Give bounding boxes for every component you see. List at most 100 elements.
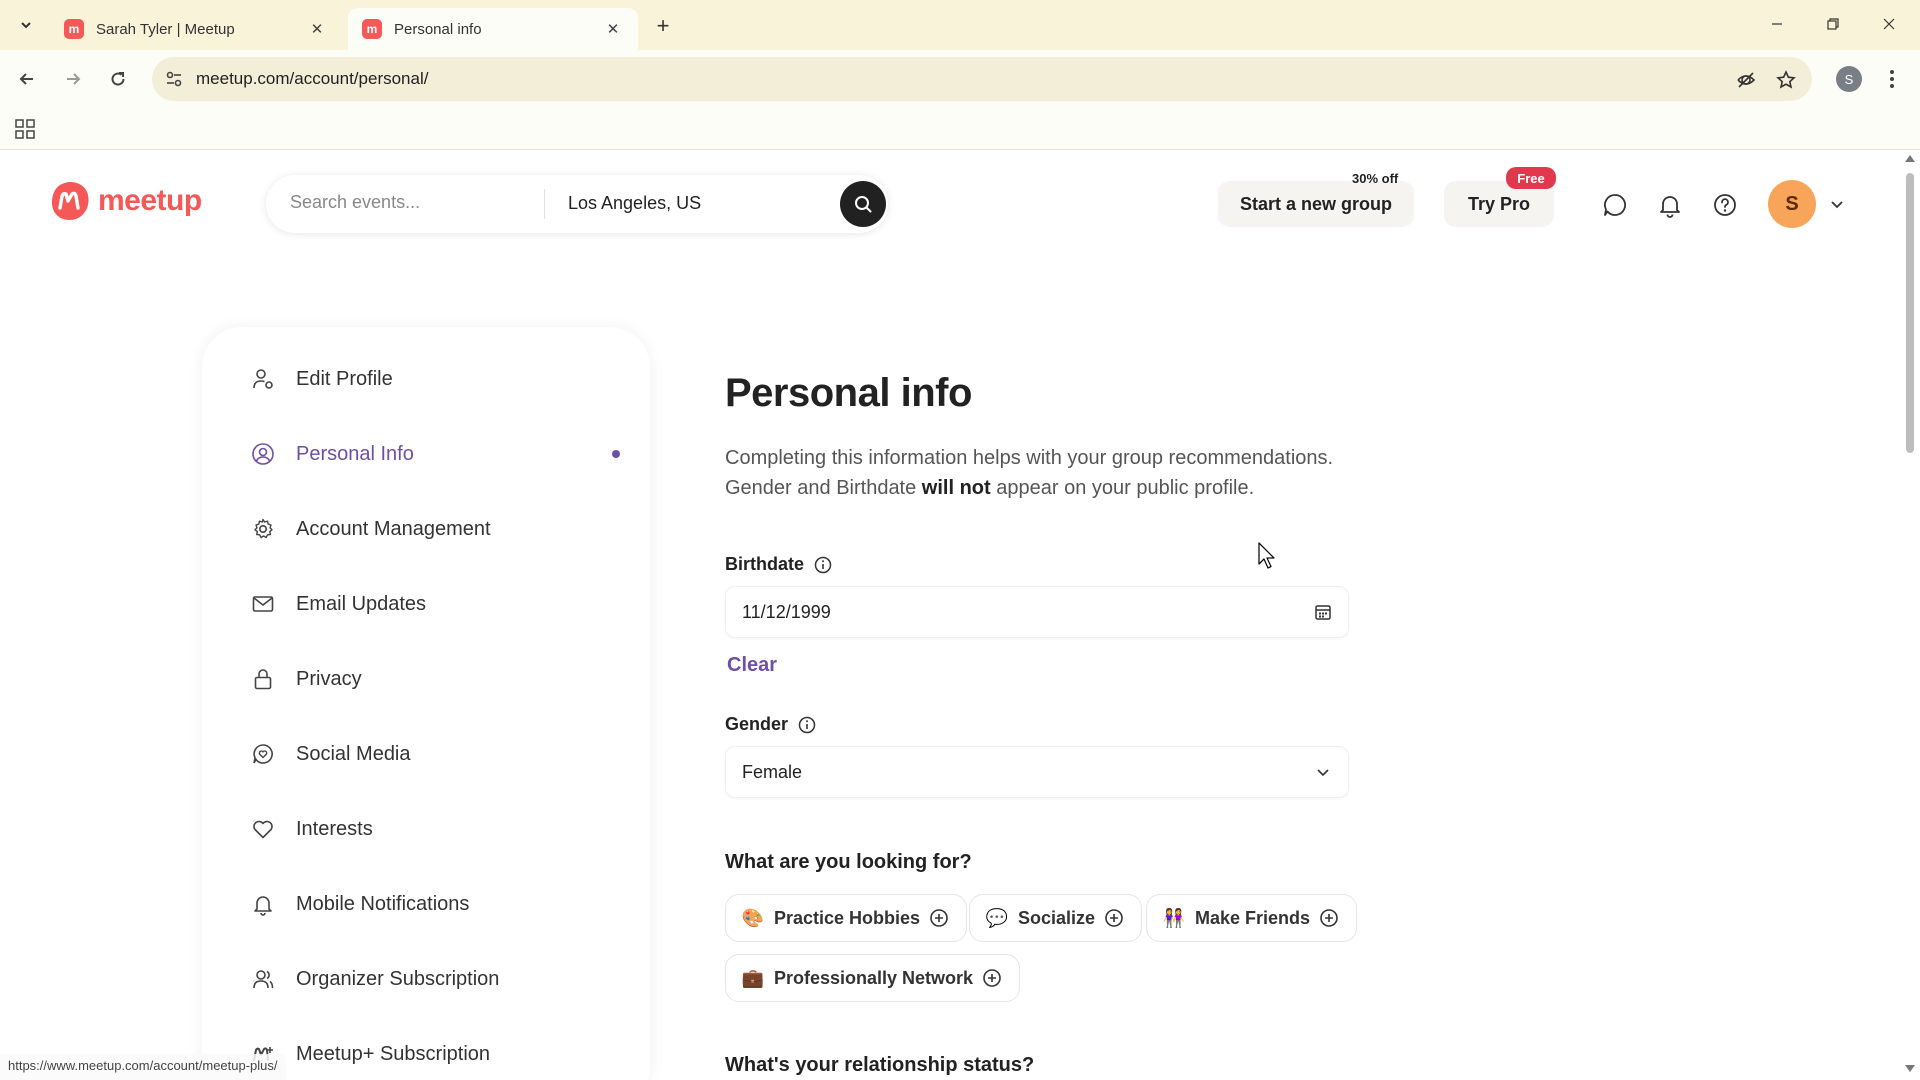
address-bar[interactable]: meetup.com/account/personal/ — [152, 57, 1812, 101]
discount-badge: 30% off — [1352, 171, 1399, 186]
info-icon[interactable] — [798, 716, 816, 734]
close-window-button[interactable] — [1866, 8, 1912, 40]
mail-icon — [250, 591, 276, 617]
sidebar-item-email-updates[interactable]: Email Updates — [250, 586, 620, 622]
chevron-down-icon[interactable] — [1312, 761, 1334, 783]
birthdate-value[interactable]: 11/12/1999 — [742, 602, 831, 623]
tab-personal-info[interactable]: m Personal info ✕ — [348, 8, 638, 50]
chip-make-friends[interactable]: 👭 Make Friends — [1146, 894, 1358, 942]
sidebar-item-label: Email Updates — [296, 592, 427, 615]
clear-birthdate-button[interactable]: Clear — [727, 654, 777, 677]
user-circle-icon — [250, 441, 276, 467]
bell-icon — [1660, 196, 1680, 218]
birthdate-field[interactable]: 11/12/1999 — [725, 586, 1349, 638]
user-edit-icon — [250, 366, 276, 392]
page-scrollbar[interactable] — [1900, 151, 1920, 1080]
tab-sarah-tyler[interactable]: m Sarah Tyler | Meetup ✕ — [50, 8, 342, 50]
tab-search-button[interactable] — [12, 11, 40, 39]
sidebar-item-label: Edit Profile — [296, 367, 393, 390]
free-badge: Free — [1506, 167, 1556, 189]
sidebar-item-interests[interactable]: Interests — [250, 811, 620, 847]
site-settings-icon[interactable] — [164, 69, 184, 89]
gender-select[interactable]: Female — [725, 746, 1349, 798]
sidebar-item-edit-profile[interactable]: Edit Profile — [250, 361, 620, 397]
chip-practice-hobbies[interactable]: 🎨 Practice Hobbies — [725, 894, 968, 942]
plus-circle-icon — [1103, 907, 1125, 929]
gender-label-text: Gender — [725, 714, 789, 734]
status-bar-url: https://www.meetup.com/account/meetup-pl… — [0, 1054, 286, 1080]
search-button[interactable] — [840, 181, 886, 227]
location-input[interactable]: Los Angeles, US — [568, 193, 701, 214]
chevron-down-icon — [21, 22, 31, 29]
sidebar-item-meetup-plus-subscription[interactable]: Meetup+ Subscription — [250, 1036, 620, 1072]
close-icon — [1883, 18, 1895, 30]
browser-toolbar: meetup.com/account/personal/ S — [0, 50, 1920, 108]
close-tab-icon[interactable]: ✕ — [602, 18, 624, 40]
arrow-right-icon — [67, 73, 81, 85]
looking-for-heading: What are you looking for? — [725, 851, 972, 873]
forward-button[interactable] — [58, 64, 88, 94]
page-description: Completing this information helps with y… — [725, 443, 1365, 503]
sidebar-item-mobile-notifications[interactable]: Mobile Notifications — [250, 886, 620, 922]
messages-button[interactable] — [1601, 191, 1629, 219]
active-indicator-dot — [612, 450, 620, 458]
briefcase-icon: 💼 — [741, 967, 765, 988]
sidebar-item-personal-info[interactable]: Personal Info — [250, 436, 620, 472]
arrow-left-icon — [19, 73, 33, 85]
chip-label: Practice Hobbies — [774, 907, 921, 928]
browser-menu-icon[interactable] — [1880, 66, 1904, 92]
help-button[interactable] — [1711, 191, 1739, 219]
sidebar-item-organizer-subscription[interactable]: Organizer Subscription — [250, 961, 620, 997]
sidebar-item-label: Account Management — [296, 517, 491, 540]
notifications-button[interactable] — [1656, 191, 1684, 219]
minimize-button[interactable] — [1754, 8, 1800, 40]
info-icon[interactable] — [814, 556, 832, 574]
sidebar-item-label: Organizer Subscription — [296, 967, 500, 990]
sidebar-item-label: Personal Info — [296, 442, 414, 465]
chip-label: Make Friends — [1195, 907, 1311, 928]
chat-bubble-icon — [1604, 194, 1626, 216]
restore-button[interactable] — [1810, 8, 1856, 40]
chip-professionally-network[interactable]: 💼 Professionally Network — [725, 954, 1021, 1002]
back-button[interactable] — [12, 64, 42, 94]
restore-icon — [1827, 18, 1839, 30]
sidebar-item-social-media[interactable]: Social Media — [250, 736, 620, 772]
scroll-up-arrow-icon[interactable] — [1905, 155, 1915, 162]
chevron-down-icon — [1831, 201, 1843, 209]
user-avatar[interactable]: S — [1768, 180, 1816, 228]
profile-menu-chevron[interactable] — [1826, 193, 1848, 215]
start-new-group-button[interactable]: Start a new group — [1218, 181, 1414, 227]
close-tab-icon[interactable]: ✕ — [306, 18, 328, 40]
speech-bubble-icon: 💬 — [985, 907, 1009, 928]
meetup-logo[interactable]: meetup — [48, 179, 202, 223]
lock-icon — [250, 666, 276, 692]
description-emphasis: will not — [921, 477, 991, 499]
search-input[interactable] — [290, 192, 540, 213]
bookmark-star-icon[interactable] — [1774, 68, 1798, 92]
scrollbar-thumb[interactable] — [1906, 173, 1914, 453]
new-tab-button[interactable]: + — [650, 13, 676, 39]
calendar-icon[interactable] — [1312, 601, 1334, 623]
search-icon — [855, 196, 872, 213]
sidebar-item-account-management[interactable]: Account Management — [250, 511, 620, 547]
scroll-down-arrow-icon[interactable] — [1905, 1065, 1915, 1072]
url-text[interactable]: meetup.com/account/personal/ — [196, 69, 428, 89]
reload-button[interactable] — [103, 64, 133, 94]
birthdate-label: Birthdate — [725, 554, 832, 575]
browser-profile-avatar[interactable]: S — [1836, 66, 1862, 92]
apps-grid-icon[interactable] — [14, 118, 36, 140]
meetup-logo-icon — [52, 182, 89, 220]
search-bar: Los Angeles, US — [266, 175, 888, 233]
sidebar-item-label: Mobile Notifications — [296, 892, 470, 915]
tracking-protection-icon[interactable] — [1734, 68, 1758, 92]
sidebar-item-label: Meetup+ Subscription — [296, 1042, 491, 1065]
organizer-icon — [250, 966, 276, 992]
meetup-favicon-icon: m — [362, 19, 382, 39]
sidebar-item-label: Social Media — [296, 742, 411, 765]
tab-title: Sarah Tyler | Meetup — [96, 20, 235, 38]
gender-value[interactable]: Female — [742, 762, 802, 783]
browser-chrome: m Sarah Tyler | Meetup ✕ m Personal info… — [0, 0, 1920, 150]
gender-label: Gender — [725, 714, 816, 735]
chip-socialize[interactable]: 💬 Socialize — [969, 894, 1143, 942]
sidebar-item-privacy[interactable]: Privacy — [250, 661, 620, 697]
